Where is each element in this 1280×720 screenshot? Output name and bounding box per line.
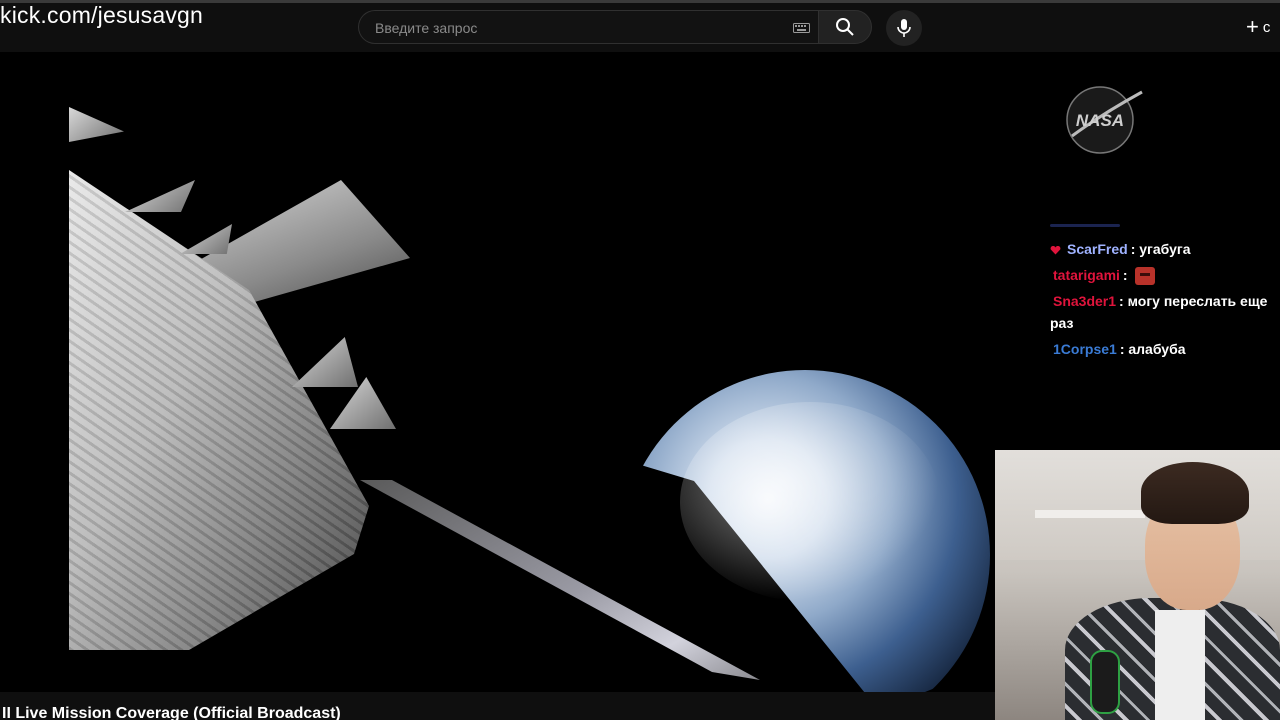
nasa-logo: NASA	[1066, 86, 1143, 154]
chat-username[interactable]: ScarFred	[1067, 241, 1128, 257]
streamer-hair	[1141, 462, 1249, 524]
plus-icon: +	[1246, 14, 1259, 39]
search-icon	[836, 18, 854, 36]
video-player[interactable]	[0, 52, 995, 692]
chat-text: алабуба	[1128, 341, 1186, 357]
chat-message: ScarFred: угабуга	[1050, 238, 1275, 260]
create-button[interactable]: + c	[1246, 15, 1270, 39]
stream-overlay-url: kick.com/jesusavgn	[0, 2, 204, 28]
voice-search-button[interactable]	[886, 10, 922, 46]
webcam-shelf	[1035, 510, 1145, 518]
spacecraft-fin	[180, 224, 232, 254]
video-letterbox	[0, 52, 69, 692]
spacecraft-fin	[125, 180, 195, 212]
chat-message: tatarigami:	[1050, 264, 1275, 286]
chat-username[interactable]: 1Corpse1	[1053, 341, 1117, 357]
chat-message: 1Corpse1: алабуба	[1050, 338, 1275, 360]
chat-username[interactable]: Sna3der1	[1053, 293, 1116, 309]
chat-text: угабуга	[1139, 241, 1191, 257]
spacecraft-fin	[292, 337, 358, 387]
microphone-icon	[897, 19, 911, 37]
heart-badge-icon	[1050, 245, 1061, 255]
chat-message: Sna3der1: могу переслать еще раз	[1050, 290, 1275, 334]
svg-text:NASA: NASA	[1076, 111, 1124, 130]
search-box[interactable]	[358, 10, 818, 45]
chat-username[interactable]: tatarigami	[1053, 267, 1120, 283]
video-title: II Live Mission Coverage (Official Broad…	[0, 692, 997, 720]
search-button[interactable]	[818, 10, 872, 44]
chat-separator: :	[1122, 267, 1128, 283]
angry-face-emote	[1135, 267, 1156, 286]
spacecraft-fin	[69, 107, 124, 142]
earth-clouds	[680, 402, 940, 602]
search-input[interactable]	[373, 11, 777, 45]
chat-separator: :	[1119, 293, 1124, 309]
chat-separator: :	[1119, 341, 1125, 357]
chat-separator: :	[1130, 241, 1136, 257]
keyboard-icon[interactable]	[793, 23, 810, 33]
microphone	[1090, 650, 1120, 714]
chat-cut-message	[1050, 222, 1120, 228]
streamer-tshirt	[1155, 610, 1205, 720]
create-label: c	[1262, 18, 1271, 36]
streamer-webcam	[995, 450, 1280, 720]
chat-overlay: ScarFred: угабуга tatarigami: Sna3der1: …	[1050, 238, 1275, 364]
